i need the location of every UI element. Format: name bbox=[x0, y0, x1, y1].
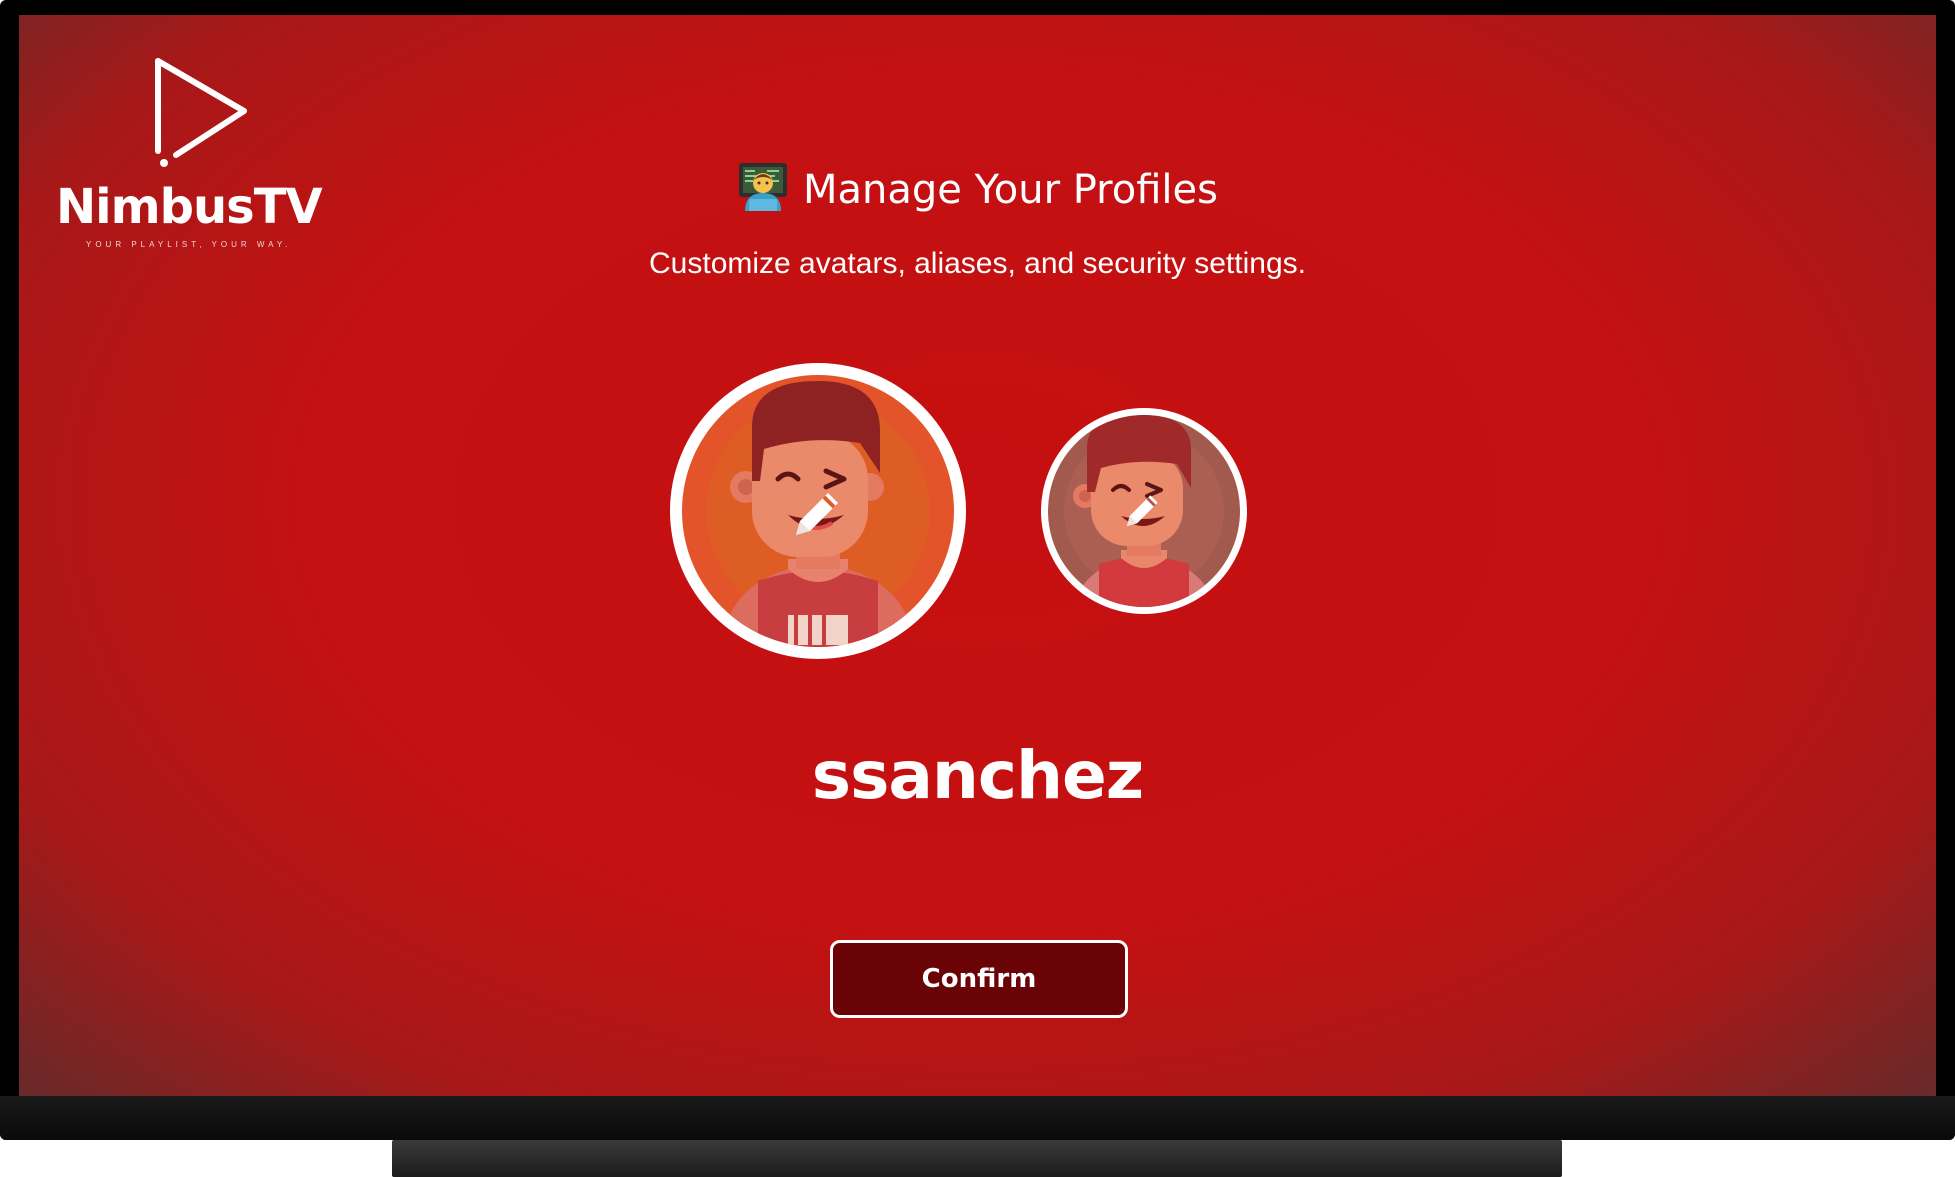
confirm-button[interactable]: Confirm bbox=[830, 940, 1128, 1018]
play-triangle-icon bbox=[155, 58, 247, 167]
brand-logo: NimbusTV YOUR PLAYLIST, YOUR WAY. bbox=[56, 53, 323, 253]
profile-avatar-option[interactable] bbox=[1041, 408, 1247, 614]
tv-bezel-bottom bbox=[0, 1096, 1955, 1140]
boy-avatar-illustration bbox=[1048, 415, 1240, 607]
profile-username: ssanchez bbox=[811, 737, 1144, 814]
technologist-emoji-icon bbox=[739, 163, 788, 211]
page-title: Manage Your Profiles bbox=[803, 167, 1218, 213]
page-subtitle: Customize avatars, aliases, and security… bbox=[649, 247, 1306, 280]
tv-screen: NimbusTV YOUR PLAYLIST, YOUR WAY. Manage… bbox=[19, 15, 1936, 1096]
page-title-row: Manage Your Profiles bbox=[19, 163, 1936, 215]
tv-stand bbox=[392, 1140, 1562, 1177]
boy-avatar-illustration bbox=[682, 375, 954, 647]
profile-avatar-selected[interactable] bbox=[670, 363, 966, 659]
